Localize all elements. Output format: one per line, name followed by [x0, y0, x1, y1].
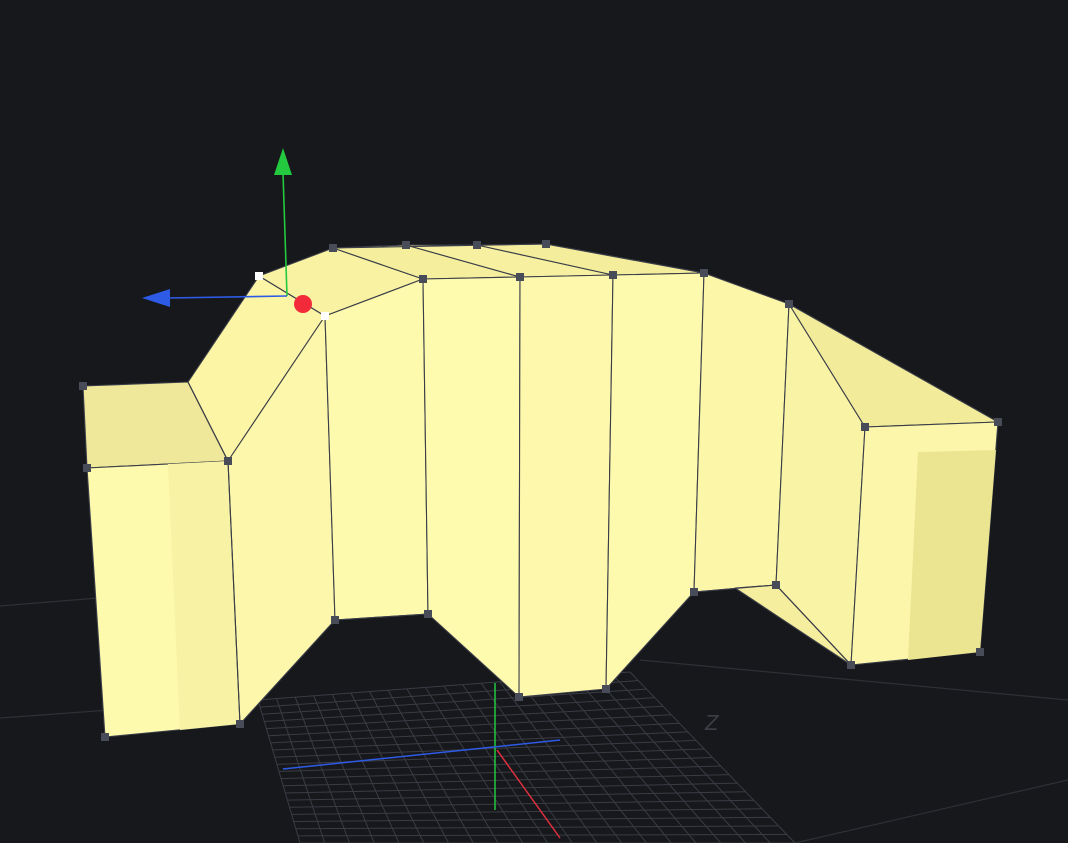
- mesh-vertex[interactable]: [847, 661, 855, 669]
- mesh-vertex[interactable]: [516, 273, 524, 281]
- mesh-vertex[interactable]: [785, 300, 793, 308]
- pivot-handle-icon[interactable]: [294, 295, 312, 313]
- mesh-vertex[interactable]: [236, 720, 244, 728]
- scene-canvas[interactable]: Z: [0, 0, 1068, 843]
- mesh-vertex[interactable]: [861, 423, 869, 431]
- grid-line: [629, 671, 796, 843]
- mesh-object[interactable]: [82, 243, 999, 738]
- mesh-vertex[interactable]: [772, 581, 780, 589]
- mesh-vertex[interactable]: [83, 464, 91, 472]
- mesh-vertex[interactable]: [473, 241, 481, 249]
- translate-y-arrow-icon[interactable]: [274, 148, 292, 175]
- mesh-vertex[interactable]: [402, 241, 410, 249]
- mesh-vertex[interactable]: [976, 648, 984, 656]
- mesh-vertex[interactable]: [609, 271, 617, 279]
- mesh-vertex[interactable]: [419, 275, 427, 283]
- mesh-face[interactable]: [422, 276, 521, 698]
- mesh-vertex[interactable]: [329, 244, 337, 252]
- mesh-vertex[interactable]: [101, 733, 109, 741]
- mesh-face[interactable]: [168, 461, 240, 730]
- mesh-vertex[interactable]: [602, 685, 610, 693]
- mesh-vertex[interactable]: [994, 418, 1002, 426]
- mesh-face[interactable]: [693, 272, 790, 593]
- mesh-vertex[interactable]: [690, 588, 698, 596]
- mesh-vertex[interactable]: [424, 610, 432, 618]
- transform-gizmo[interactable]: [142, 148, 312, 313]
- mesh-vertex[interactable]: [331, 616, 339, 624]
- 3d-viewport[interactable]: Z: [0, 0, 1068, 843]
- mesh-vertex[interactable]: [542, 240, 550, 248]
- mesh-face[interactable]: [324, 278, 429, 621]
- floor-grid: [257, 671, 796, 843]
- mesh-face[interactable]: [518, 274, 614, 698]
- mesh-face[interactable]: [605, 272, 705, 690]
- mesh-vertex[interactable]: [515, 693, 523, 701]
- axis-label: Z: [704, 711, 720, 735]
- mesh-vertex[interactable]: [224, 457, 232, 465]
- translate-z-arrow-icon[interactable]: [142, 289, 170, 307]
- mesh-face[interactable]: [908, 450, 996, 660]
- mesh-vertex[interactable]: [700, 269, 708, 277]
- mesh-vertex[interactable]: [79, 382, 87, 390]
